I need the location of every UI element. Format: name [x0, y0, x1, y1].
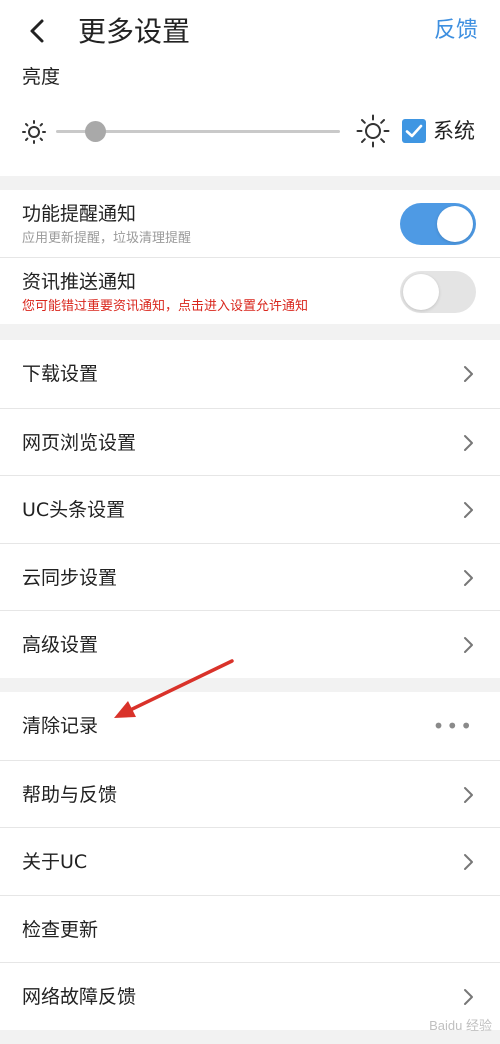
chevron-right-icon — [462, 364, 474, 384]
menu-item-label: 检查更新 — [22, 918, 99, 941]
menu-item-cloud-sync-settings[interactable]: 云同步设置 — [0, 542, 500, 611]
chevron-right-icon — [462, 635, 474, 655]
brightness-slider-thumb[interactable] — [85, 121, 107, 142]
feedback-button[interactable]: 反馈 — [434, 14, 478, 48]
page-title: 更多设置 — [78, 15, 191, 48]
menu-item-label: 清除记录 — [22, 715, 99, 737]
back-icon[interactable] — [26, 14, 50, 48]
toggle-knob — [403, 274, 439, 310]
menu-item-label: 帮助与反馈 — [22, 783, 118, 806]
menu-item-clear-records[interactable]: 清除记录 ••• — [0, 692, 500, 760]
menu-item-label: UC头条设置 — [22, 499, 126, 522]
news-notification-title: 资讯推送通知 — [22, 271, 137, 293]
annotation-arrow-icon — [108, 655, 238, 723]
brightness-section: 亮度 系统 — [0, 64, 500, 176]
chevron-right-icon — [462, 433, 474, 453]
settings-group: 下载设置 网页浏览设置 UC头条设置 云同步设置 高级设置 — [0, 340, 500, 678]
news-notification-row[interactable]: 资讯推送通知 您可能错过重要资讯通知，点击进入设置允许通知 — [0, 257, 500, 324]
menu-item-label: 下载设置 — [22, 363, 99, 385]
system-brightness-checkbox[interactable] — [402, 119, 426, 143]
chevron-right-icon — [462, 500, 474, 520]
menu-item-label: 网页浏览设置 — [22, 431, 137, 454]
brightness-row: 系统 — [0, 112, 500, 152]
chevron-right-icon — [462, 568, 474, 588]
feature-notification-row[interactable]: 功能提醒通知 应用更新提醒，垃圾清理提醒 — [0, 190, 500, 257]
news-notification-toggle[interactable] — [400, 271, 476, 313]
feature-notification-title: 功能提醒通知 — [22, 203, 137, 225]
menu-item-help-feedback[interactable]: 帮助与反馈 — [0, 759, 500, 828]
chevron-right-icon — [462, 852, 474, 872]
misc-group: 清除记录 ••• 帮助与反馈 关于UC 检查更新 网络故障反馈 — [0, 692, 500, 1030]
chevron-right-icon — [462, 987, 474, 1007]
chevron-right-icon — [462, 785, 474, 805]
notification-section: 功能提醒通知 应用更新提醒，垃圾清理提醒 资讯推送通知 您可能错过重要资讯通知，… — [0, 190, 500, 324]
menu-item-check-update[interactable]: 检查更新 — [0, 894, 500, 963]
menu-item-uc-headlines-settings[interactable]: UC头条设置 — [0, 475, 500, 543]
feature-notification-subtitle: 应用更新提醒，垃圾清理提醒 — [22, 231, 192, 246]
news-notification-warning: 您可能错过重要资讯通知，点击进入设置允许通知 — [22, 299, 309, 314]
brightness-high-icon — [356, 114, 390, 148]
system-brightness-label: 系统 — [433, 119, 475, 143]
menu-item-label: 云同步设置 — [22, 566, 118, 589]
menu-item-network-issue-feedback[interactable]: 网络故障反馈 — [0, 962, 500, 1030]
menu-item-advanced-settings[interactable]: 高级设置 — [0, 610, 500, 678]
menu-item-label: 网络故障反馈 — [22, 986, 137, 1009]
menu-item-label: 关于UC — [22, 851, 88, 874]
brightness-label: 亮度 — [22, 66, 61, 88]
menu-item-download-settings[interactable]: 下载设置 — [0, 340, 500, 408]
menu-item-about-uc[interactable]: 关于UC — [0, 827, 500, 895]
top-bar: 更多设置 反馈 — [0, 0, 500, 64]
more-options-icon[interactable]: ••• — [433, 714, 474, 738]
watermark: Baidu 经验 — [429, 1018, 492, 1033]
brightness-low-icon — [20, 118, 48, 146]
toggle-knob — [437, 206, 473, 242]
menu-item-label: 高级设置 — [22, 634, 99, 657]
menu-item-browsing-settings[interactable]: 网页浏览设置 — [0, 407, 500, 476]
feature-notification-toggle[interactable] — [400, 203, 476, 245]
